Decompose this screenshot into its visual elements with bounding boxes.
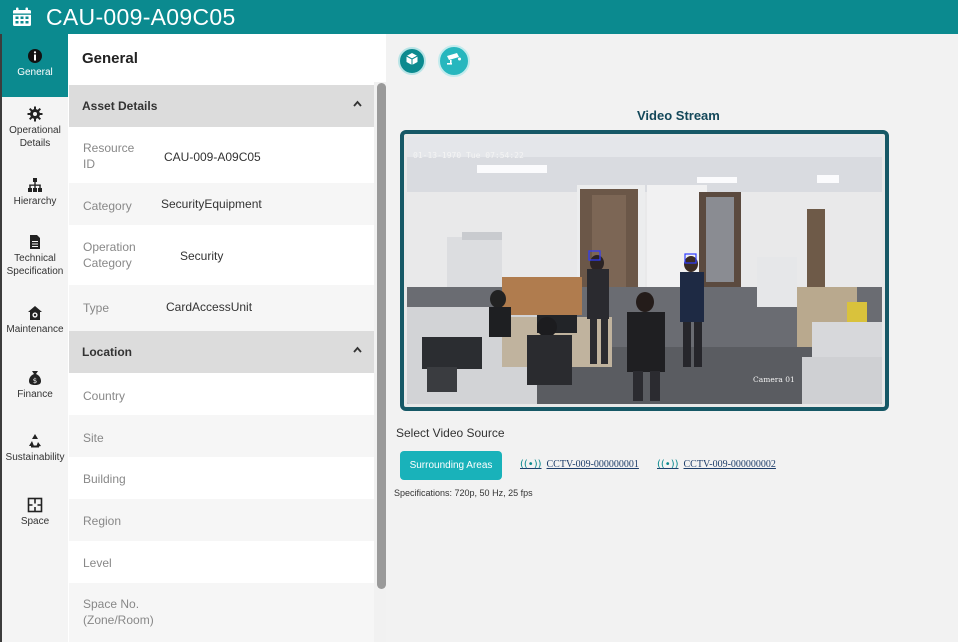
side-nav: General Operational Details Hierarchy Te… (0, 34, 68, 642)
rail-item-label: Sustainability (5, 452, 65, 463)
gear-icon (27, 106, 43, 122)
video-frame-image: 01-13-1970 Tue 07:54:22 Camera 01 (407, 137, 882, 404)
calendar-icon (12, 7, 32, 27)
rail-item-maintenance[interactable]: Maintenance (2, 305, 68, 336)
row-resource-id: Resource ID CAU-009-A09C05 (69, 127, 374, 183)
row-operation-category: Operation Category Security (69, 225, 374, 285)
row-building: Building (69, 457, 374, 499)
source-link-label: CCTV-009-000000001 (546, 459, 639, 470)
field-value: SecurityEquipment (161, 197, 262, 211)
cube-icon (405, 52, 419, 71)
section-asset-details[interactable]: Asset Details (69, 85, 374, 127)
document-icon (27, 234, 43, 250)
row-country: Country (69, 373, 374, 415)
row-site: Site (69, 415, 374, 457)
rail-item-label: Technical Specification (6, 253, 64, 277)
video-player[interactable]: 01-13-1970 Tue 07:54:22 Camera 01 (400, 130, 889, 411)
source-link-cctv-1[interactable]: ((•)) CCTV-009-000000001 (520, 459, 639, 470)
rail-item-label: Space (20, 516, 50, 527)
video-specifications: Specifications: 720p, 50 Hz, 25 fps (394, 488, 533, 498)
field-label: Operation Category (83, 240, 136, 270)
rail-item-label: Operational Details (9, 125, 61, 149)
video-camera-label: Camera 01 (753, 375, 795, 384)
broadcast-icon: ((•)) (657, 459, 679, 470)
broadcast-icon: ((•)) (520, 459, 542, 470)
row-type: Type CardAccessUnit (69, 285, 374, 331)
rail-item-operational-details[interactable]: Operational Details (2, 106, 68, 150)
page-title: CAU-009-A09C05 (46, 3, 236, 30)
floorplan-icon (27, 497, 43, 513)
field-label: Site (83, 431, 104, 445)
rail-item-hierarchy[interactable]: Hierarchy (2, 177, 68, 208)
select-video-source-label: Select Video Source (396, 426, 505, 440)
field-value: CardAccessUnit (166, 300, 253, 314)
video-area: Video Stream 01-13-1970 Tue 07:54:22 Cam… (386, 34, 958, 642)
row-category: Category SecurityEquipment (69, 183, 374, 225)
row-space-no: Space No. (Zone/Room) (69, 583, 374, 642)
section-title: Location (82, 345, 132, 359)
rail-item-finance[interactable]: $ Finance (2, 370, 68, 401)
field-label: Building (83, 472, 126, 486)
scrollbar-thumb[interactable] (377, 83, 386, 589)
source-link-label: CCTV-009-000000002 (683, 459, 776, 470)
panel-title: General (82, 50, 138, 67)
rail-item-sustainability[interactable]: Sustainability (2, 433, 68, 464)
field-label: Type (83, 301, 110, 315)
cctv-camera-icon (445, 52, 463, 71)
cube-button[interactable] (398, 47, 426, 75)
info-icon (27, 48, 43, 64)
row-level: Level (69, 541, 374, 583)
cctv-button[interactable] (438, 45, 470, 77)
rail-item-label: General (17, 67, 53, 78)
rail-item-space[interactable]: Space (2, 497, 68, 528)
field-label: Country (83, 389, 126, 403)
row-region: Region (69, 499, 374, 541)
field-label: Space No. (Zone/Room) (83, 597, 154, 627)
section-title: Asset Details (82, 99, 158, 113)
rail-item-general[interactable]: General (2, 34, 68, 97)
section-location[interactable]: Location (69, 331, 374, 373)
rail-item-technical-specification[interactable]: Technical Specification (2, 234, 68, 278)
field-label: Level (83, 556, 112, 570)
field-label: Resource ID (83, 141, 135, 171)
field-label: Region (83, 514, 122, 528)
source-link-cctv-2[interactable]: ((•)) CCTV-009-000000002 (657, 459, 776, 470)
hierarchy-icon (27, 177, 43, 193)
chevron-up-icon[interactable] (353, 345, 362, 356)
general-panel: General Asset Details Resource ID CAU-00… (68, 34, 386, 642)
video-stream-title: Video Stream (637, 108, 720, 123)
source-button-surrounding-areas[interactable]: Surrounding Areas (400, 451, 502, 480)
field-value: Security (180, 249, 224, 263)
app-header: CAU-009-A09C05 (0, 0, 958, 34)
chevron-up-icon[interactable] (353, 99, 362, 110)
rail-item-label: Finance (17, 389, 53, 400)
video-timestamp: 01-13-1970 Tue 07:54:22 (413, 151, 524, 160)
recycle-icon (27, 433, 43, 449)
rail-item-label: Hierarchy (13, 196, 57, 207)
field-label: Category (83, 199, 132, 213)
field-value: CAU-009-A09C05 (164, 150, 261, 164)
rail-item-label: Maintenance (6, 324, 64, 335)
money-bag-icon: $ (27, 370, 43, 386)
house-gear-icon (27, 305, 43, 321)
svg-text:$: $ (33, 377, 37, 385)
